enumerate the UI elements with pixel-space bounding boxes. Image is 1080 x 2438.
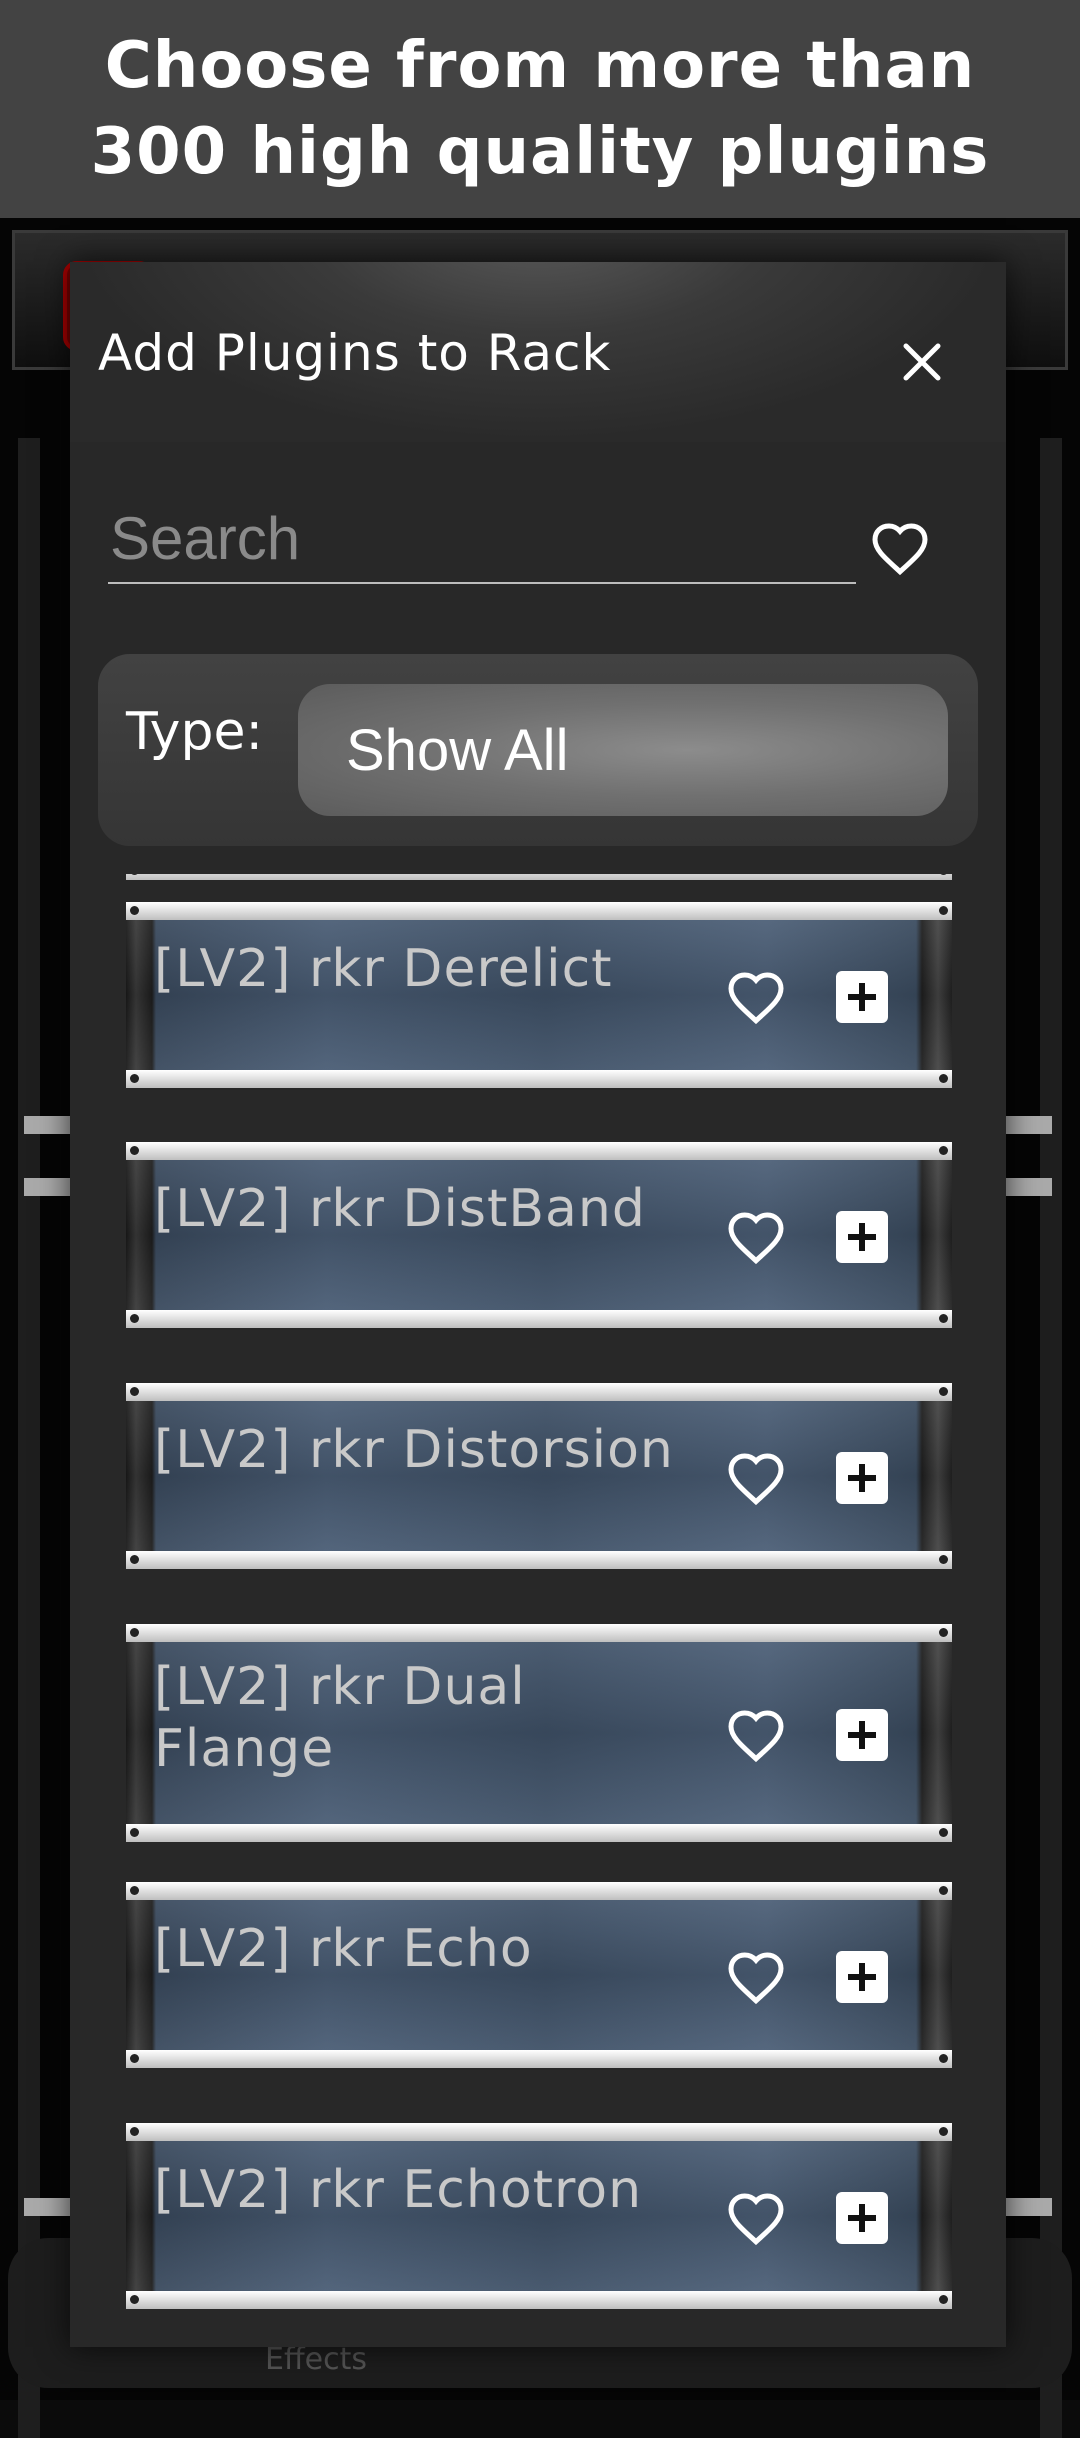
rack-rail [126,1142,952,1160]
favorite-button[interactable] [726,1209,786,1269]
rack-rail [126,1882,952,1900]
heart-outline-icon [726,1710,786,1767]
plugin-list[interactable]: [LV2] rkr Derelict [LV2] rkr DistBand [LV2… [70,874,1006,2314]
type-label: Type: [126,702,263,762]
rack-rail [126,1624,952,1642]
plugin-item[interactable]: [LV2] rkr Derelict [126,902,952,1088]
type-filter-panel: Type: Show All [98,654,978,846]
rack-rail [126,1310,952,1328]
background-rack-rail-left [18,438,40,2438]
plugin-name: [LV2] rkr DistBand [154,1179,646,1239]
rack-rail [126,1551,952,1569]
heart-outline-icon [872,523,928,576]
rack-rail [126,902,952,920]
rack-rail [126,2050,952,2068]
heart-outline-icon [726,1453,786,1510]
rack-rail [126,1383,952,1401]
rack-rail [126,1824,952,1842]
add-plugin-button[interactable] [836,2192,888,2244]
search-input[interactable] [108,492,860,584]
plugin-item[interactable]: [LV2] rkr Dual Flange [126,1624,952,1842]
favorite-button[interactable] [726,1450,786,1510]
background-bracket [1006,2198,1052,2216]
favorite-button[interactable] [726,2190,786,2250]
background-bracket [24,2198,70,2216]
heart-outline-icon [726,1212,786,1269]
promo-line-1: Choose from more than [104,29,976,103]
add-plugin-button[interactable] [836,971,888,1023]
rack-rail [126,2123,952,2141]
plugin-item[interactable]: [LV2] rkr Echo [126,1882,952,2068]
plugin-item[interactable]: [LV2] rkr DistBand [126,1142,952,1328]
plugin-name: [LV2] rkr Echo [154,1919,533,1979]
favorite-button[interactable] [726,969,786,1029]
plugin-name: [LV2] rkr Dual Flange [154,1657,526,1779]
close-icon [903,343,941,381]
plugin-name: [LV2] rkr Distorsion [154,1420,674,1480]
rack-rail [126,874,952,880]
add-plugin-button[interactable] [836,1709,888,1761]
add-plugin-button[interactable] [836,1452,888,1504]
type-dropdown[interactable]: Show All [298,684,948,816]
plugin-item[interactable]: [LV2] rkr Distorsion [126,1383,952,1569]
background-bracket [1006,1178,1052,1196]
background-bracket [24,1178,70,1196]
background-tab-effects: Effects [265,2342,367,2377]
add-plugin-button[interactable] [836,1211,888,1263]
background-rack-rail-right [1040,438,1062,2438]
favorite-button[interactable] [726,1949,786,2009]
background-bracket [24,1116,70,1134]
add-plugin-button[interactable] [836,1951,888,2003]
heart-outline-icon [726,972,786,1029]
plugin-name: [LV2] rkr Derelict [154,939,613,999]
close-button[interactable] [882,322,962,402]
promo-line-2: 300 high quality plugins [90,115,990,189]
favorites-filter-button[interactable] [870,520,940,590]
heart-outline-icon [726,1952,786,2009]
rack-rail [126,1070,952,1088]
search-field[interactable] [108,492,860,584]
dialog-title: Add Plugins to Rack [98,324,612,382]
promo-banner: Choose from more than 300 high quality p… [0,0,1080,218]
rack-rail [126,2291,952,2309]
plugin-name: [LV2] rkr Echotron [154,2160,643,2220]
add-plugins-dialog: Add Plugins to Rack Type: Show All [LV2]… [70,262,1006,2347]
plugin-item[interactable]: [LV2] rkr Echotron [126,2123,952,2309]
favorite-button[interactable] [726,1707,786,1767]
dialog-header: Add Plugins to Rack [70,262,1006,442]
background-bracket [1006,1116,1052,1134]
heart-outline-icon [726,2193,786,2250]
